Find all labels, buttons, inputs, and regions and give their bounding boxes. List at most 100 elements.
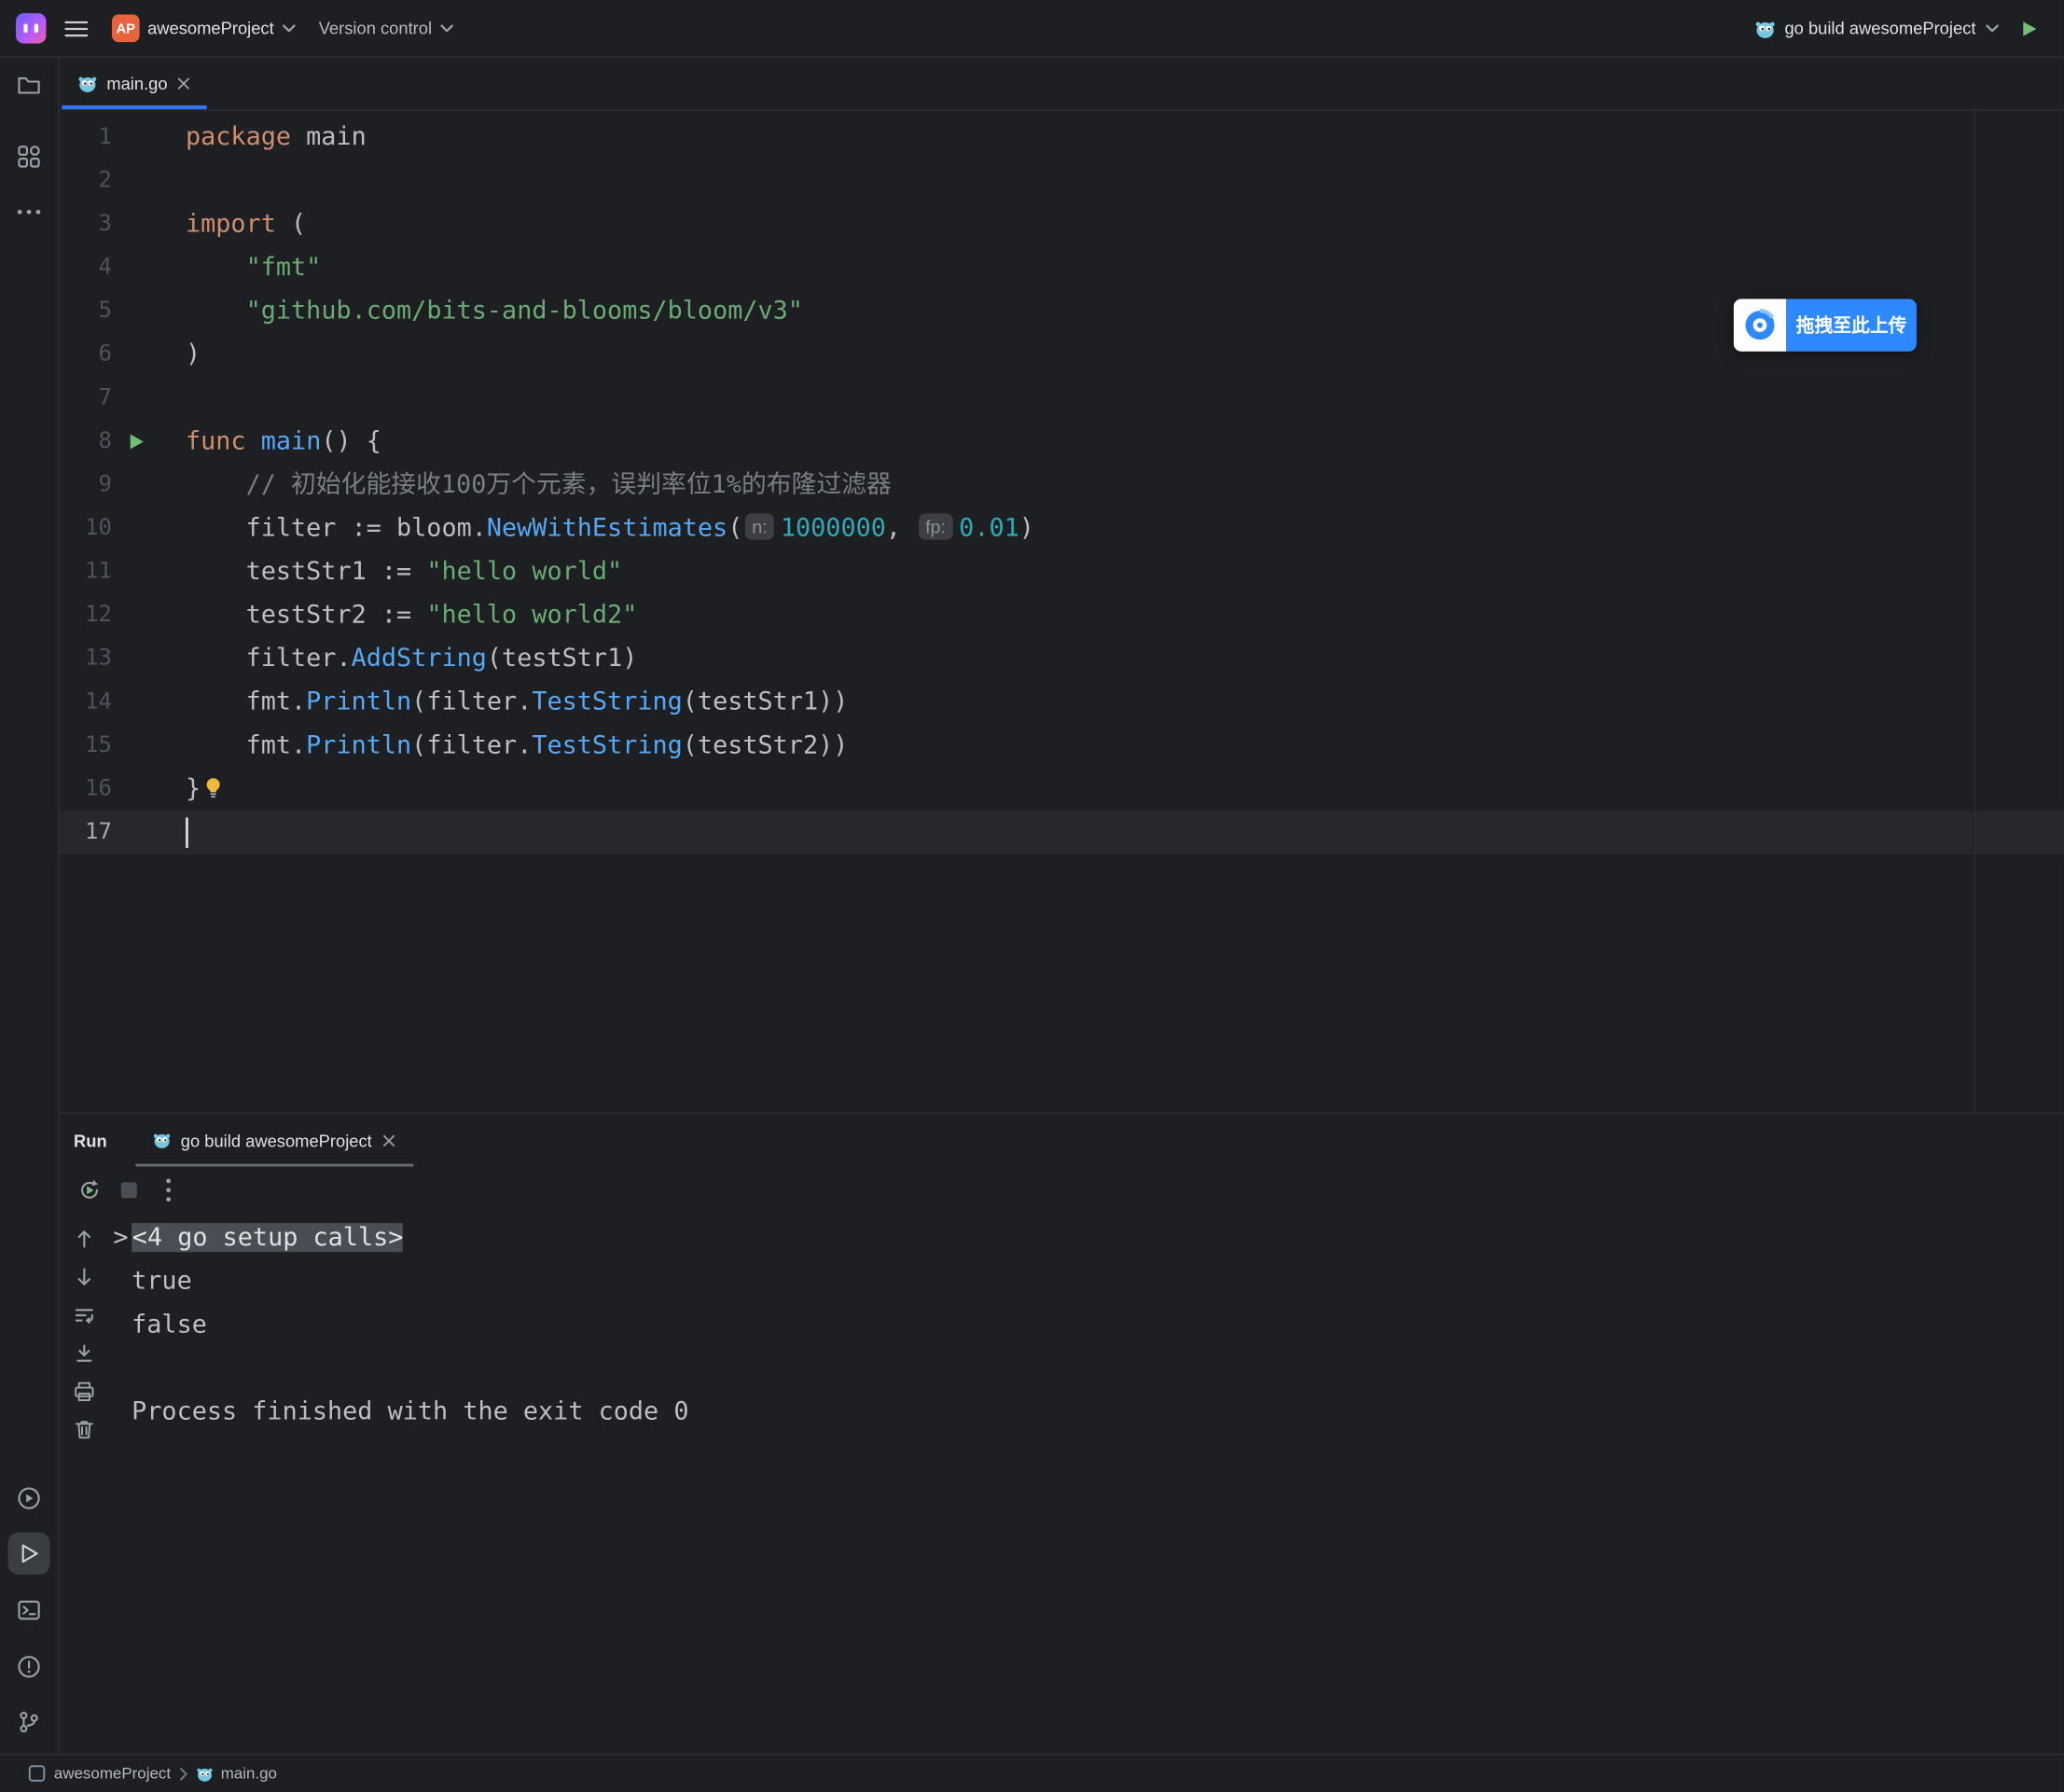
code-text: "fmt": [186, 246, 321, 290]
more-dots-icon: [17, 209, 40, 215]
structure-tool-button[interactable]: [7, 135, 49, 177]
code-text: filter.AddString(testStr1): [186, 637, 637, 681]
more-options-button[interactable]: [151, 1174, 186, 1208]
line-number[interactable]: 3: [60, 202, 112, 246]
parameter-hint: fp:: [919, 513, 952, 539]
line-number[interactable]: 17: [60, 811, 112, 854]
intention-bulb-icon[interactable]: [204, 777, 223, 799]
rerun-icon: [76, 1177, 103, 1203]
line-number[interactable]: 7: [60, 377, 112, 421]
text-caret: [186, 817, 188, 847]
scroll-to-end-icon[interactable]: [73, 1341, 96, 1365]
trash-icon[interactable]: [73, 1418, 96, 1441]
breadcrumb-project[interactable]: awesomeProject: [54, 1764, 171, 1783]
code-line-1[interactable]: 1package main: [60, 116, 2064, 160]
code-line-10[interactable]: 10 filter := bloom.NewWithEstimates(n:10…: [60, 507, 2064, 550]
code-text: fmt.Println(filter.TestString(testStr1)): [186, 681, 848, 725]
rerun-button[interactable]: [73, 1174, 107, 1208]
breadcrumb-file[interactable]: main.go: [221, 1764, 277, 1783]
app-logo-icon: [16, 13, 46, 43]
line-number[interactable]: 9: [60, 464, 112, 507]
line-number[interactable]: 4: [60, 246, 112, 290]
line-number[interactable]: 1: [60, 116, 112, 160]
up-arrow-icon[interactable]: [73, 1227, 96, 1250]
code-line-3[interactable]: 3 import (: [60, 202, 2064, 246]
code-line-7[interactable]: 7: [60, 377, 2064, 421]
code-text: testStr1 := "hello world": [186, 550, 622, 594]
code-text: import (: [186, 202, 306, 246]
more-tools-button[interactable]: [7, 191, 49, 233]
line-number[interactable]: 14: [60, 681, 112, 725]
upload-drop-label: 拖拽至此上传: [1786, 299, 1917, 351]
soft-wrap-icon[interactable]: [73, 1303, 96, 1327]
terminal-tool-button[interactable]: [7, 1589, 49, 1631]
play-outline-icon: [17, 1542, 40, 1565]
run-toolbar: [60, 1166, 2064, 1214]
code-line-15[interactable]: 15 fmt.Println(filter.TestString(testStr…: [60, 724, 2064, 768]
editor[interactable]: 1package main23import (4 "fmt"5 "github.…: [60, 111, 2064, 1113]
run-tab-label: go build awesomeProject: [181, 1131, 372, 1150]
line-number[interactable]: 13: [60, 637, 112, 681]
run-tool-window: Run go build awesomeProject: [60, 1113, 2064, 1754]
code-text: func main() {: [186, 420, 381, 464]
run-button[interactable]: [2012, 10, 2049, 48]
version-control-menu[interactable]: Version control: [313, 8, 460, 48]
code-line-11[interactable]: 11 testStr1 := "hello world": [60, 550, 2064, 594]
console-line-3: false: [113, 1303, 2064, 1347]
code-line-13[interactable]: 13 filter.AddString(testStr1): [60, 637, 2064, 681]
main-menu-button[interactable]: [58, 10, 95, 48]
run-tab[interactable]: go build awesomeProject: [136, 1114, 413, 1166]
gutter: [112, 594, 186, 638]
code-line-9[interactable]: 9 // 初始化能接收100万个元素，误判率位1%的布隆过滤器: [60, 464, 2064, 507]
line-number[interactable]: 16: [60, 768, 112, 812]
code-text: }: [186, 768, 223, 812]
code-line-4[interactable]: 4 "fmt": [60, 246, 2064, 290]
code-line-12[interactable]: 12 testStr2 := "hello world2": [60, 594, 2064, 638]
close-icon[interactable]: [176, 76, 191, 91]
upload-overlay[interactable]: 拖拽至此上传: [1734, 299, 1917, 351]
project-widget[interactable]: AP awesomeProject: [106, 8, 301, 48]
gopher-icon: [153, 1131, 172, 1149]
run-tool-button[interactable]: [7, 1533, 49, 1575]
ide-window: AP awesomeProject Version control go bui…: [0, 0, 2064, 1792]
code-line-17[interactable]: 17: [60, 811, 2064, 854]
activity-bar: [0, 58, 60, 1754]
upload-overlay-logo: [1734, 299, 1786, 351]
chevron-down-icon: [282, 23, 297, 33]
code-line-2[interactable]: 2: [60, 160, 2064, 203]
project-icon: [28, 1764, 47, 1783]
gutter: [112, 202, 186, 246]
line-number[interactable]: 5: [60, 289, 112, 333]
run-console[interactable]: ><4 go setup calls>truefalseProcess fini…: [60, 1216, 2064, 1754]
line-number[interactable]: 15: [60, 724, 112, 768]
folder-icon: [16, 73, 42, 99]
code-line-8[interactable]: 8 func main() {: [60, 420, 2064, 464]
structure-icon: [16, 144, 42, 170]
console-lines[interactable]: ><4 go setup calls>truefalseProcess fini…: [113, 1216, 2064, 1434]
line-number[interactable]: 2: [60, 160, 112, 203]
stop-button[interactable]: [112, 1174, 146, 1208]
project-tool-button[interactable]: [7, 64, 49, 106]
gutter: [112, 160, 186, 203]
run-gutter-icon[interactable]: [126, 432, 145, 451]
line-number[interactable]: 6: [60, 333, 112, 377]
git-branch-icon: [16, 1709, 42, 1735]
problems-tool-button[interactable]: [7, 1646, 49, 1688]
console-line-4: [113, 1347, 2064, 1391]
code-line-14[interactable]: 14 fmt.Println(filter.TestString(testStr…: [60, 681, 2064, 725]
code-line-16[interactable]: 16}: [60, 768, 2064, 812]
line-number[interactable]: 12: [60, 594, 112, 638]
services-tool-button[interactable]: [7, 1478, 49, 1520]
code-text: filter := bloom.NewWithEstimates(n:10000…: [186, 507, 1034, 550]
down-arrow-icon[interactable]: [73, 1265, 96, 1288]
close-icon[interactable]: [381, 1132, 396, 1147]
git-tool-button[interactable]: [7, 1701, 49, 1743]
line-number[interactable]: 10: [60, 507, 112, 550]
line-number[interactable]: 8: [60, 420, 112, 464]
line-number[interactable]: 11: [60, 550, 112, 594]
print-icon[interactable]: [73, 1380, 96, 1403]
run-configuration-selector[interactable]: go build awesomeProject: [1754, 18, 2000, 39]
project-name: awesomeProject: [147, 19, 274, 38]
gutter: [112, 768, 186, 812]
tab-main-go[interactable]: main.go: [62, 58, 207, 109]
